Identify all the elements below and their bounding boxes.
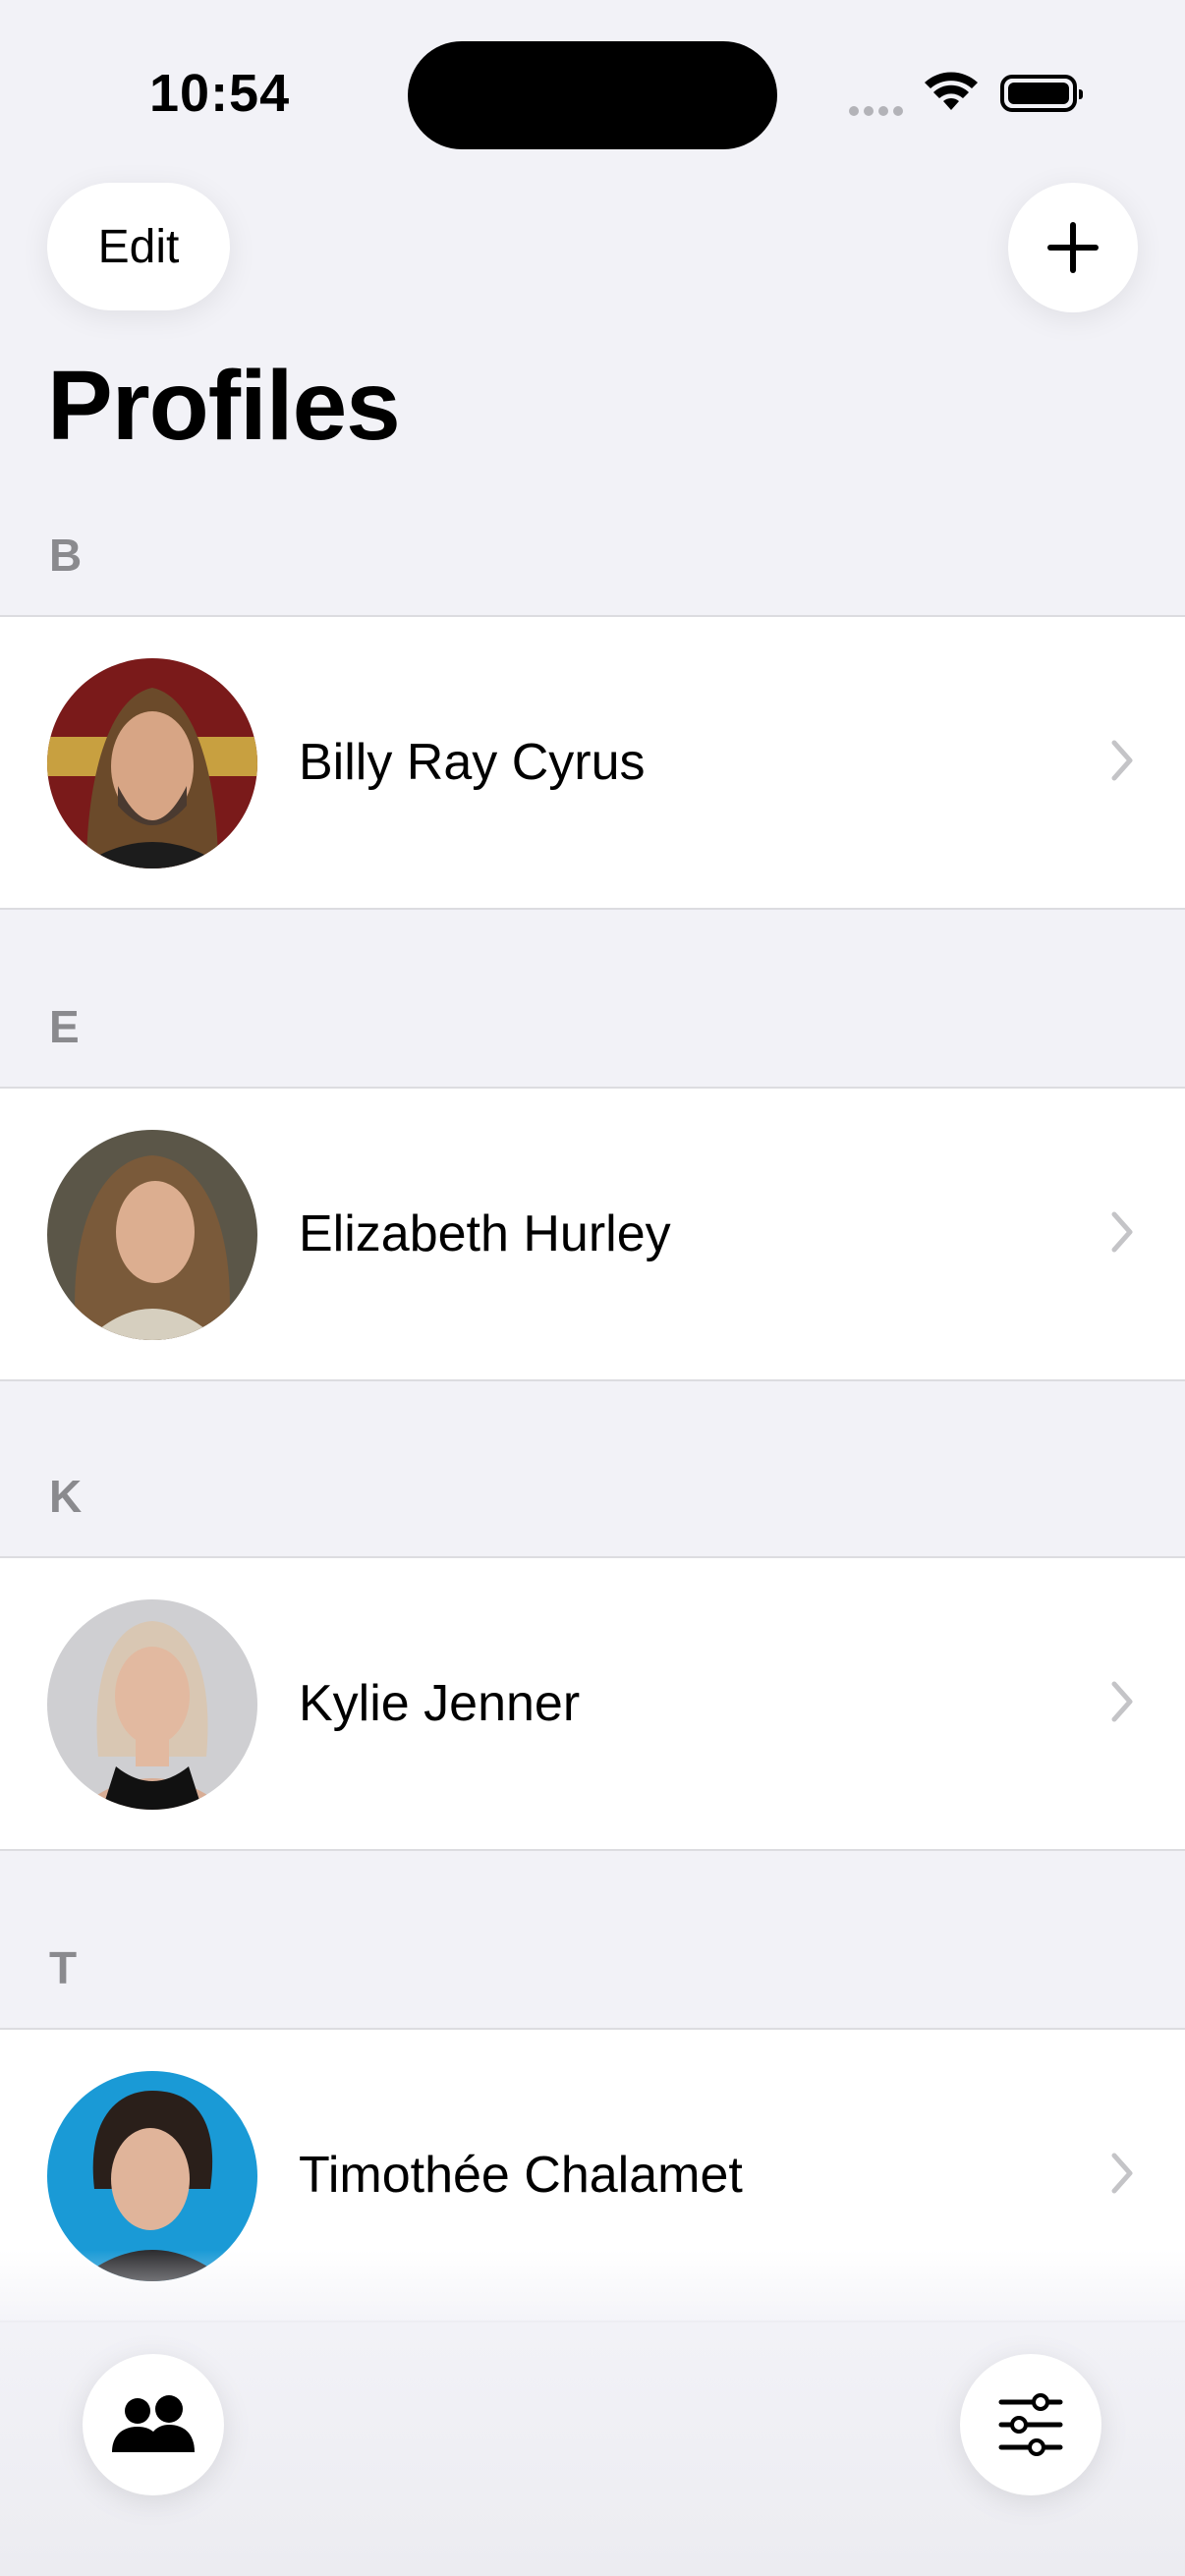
list-item-profile[interactable]: Elizabeth Hurley — [0, 1087, 1185, 1381]
scroll-fade — [0, 2250, 1185, 2328]
profile-name: Billy Ray Cyrus — [299, 734, 646, 791]
plus-icon — [1047, 222, 1099, 273]
cellular-icon — [849, 103, 908, 121]
profile-name: Elizabeth Hurley — [299, 1205, 671, 1262]
chevron-right-icon — [1111, 1211, 1133, 1253]
wifi-icon — [925, 72, 978, 110]
settings-tab-button[interactable] — [960, 2354, 1101, 2495]
people-icon — [112, 2395, 195, 2452]
status-bar: 10:54 — [0, 0, 1185, 187]
section-header-e: E — [49, 1001, 80, 1052]
status-time: 10:54 — [149, 64, 291, 123]
page-title: Profiles — [47, 351, 401, 461]
profile-name: Kylie Jenner — [299, 1675, 581, 1732]
avatar — [47, 1599, 257, 1810]
section-header-b: B — [49, 530, 83, 581]
section-header-t: T — [49, 1942, 78, 1993]
section-header-k: K — [49, 1471, 83, 1522]
sliders-icon — [998, 2393, 1063, 2456]
add-profile-button[interactable] — [1008, 183, 1138, 312]
edit-button[interactable]: Edit — [47, 183, 230, 310]
list-item-profile[interactable]: Billy Ray Cyrus — [0, 615, 1185, 910]
profiles-tab-button[interactable] — [83, 2354, 224, 2495]
battery-icon — [1000, 75, 1083, 112]
chevron-right-icon — [1111, 740, 1133, 781]
chevron-right-icon — [1111, 2153, 1133, 2194]
avatar — [47, 1130, 257, 1340]
edit-label: Edit — [97, 220, 180, 273]
list-item-profile[interactable]: Kylie Jenner — [0, 1556, 1185, 1851]
avatar — [47, 658, 257, 868]
dynamic-island — [408, 41, 777, 149]
chevron-right-icon — [1111, 1681, 1133, 1722]
